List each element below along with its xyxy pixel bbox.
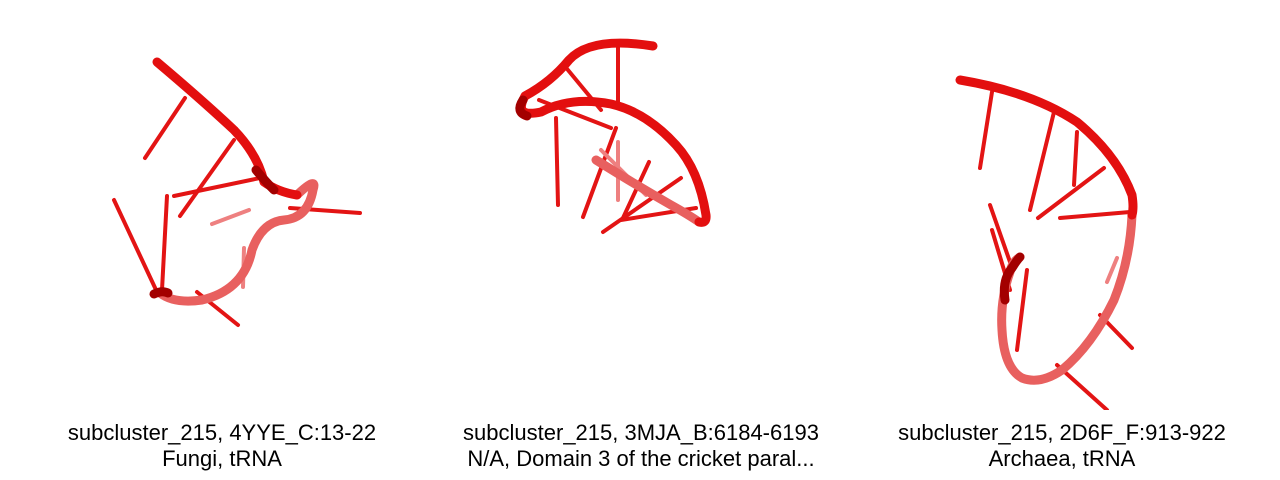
rna-structure-render-1 (112, 57, 362, 327)
rna-structure-render-3 (955, 75, 1138, 410)
structure-panel-2: subcluster_215, 3MJA_B:6184-6193 N/A, Do… (441, 0, 841, 480)
panel-caption: subcluster_215, 2D6F_F:913-922 Archaea, … (862, 420, 1262, 472)
nucleotide-bases (978, 90, 1134, 410)
caption-line-1: subcluster_215, 4YYE_C:13-22 (67, 420, 377, 445)
caption-line-2: Archaea, tRNA (988, 446, 1136, 471)
structure-panel-1: subcluster_215, 4YYE_C:13-22 Fungi, tRNA (22, 0, 422, 480)
caption-line-2: N/A, Domain 3 of the cricket paral... (467, 446, 815, 471)
caption-line-2: Fungi, tRNA (162, 446, 282, 471)
panel-caption: subcluster_215, 4YYE_C:13-22 Fungi, tRNA (22, 420, 422, 472)
panel-caption: subcluster_215, 3MJA_B:6184-6193 N/A, Do… (441, 420, 841, 472)
caption-line-1: subcluster_215, 2D6F_F:913-922 (898, 420, 1226, 445)
caption-line-1: subcluster_215, 3MJA_B:6184-6193 (463, 420, 819, 445)
rna-structure-render-2 (515, 38, 711, 234)
structure-panel-3: subcluster_215, 2D6F_F:913-922 Archaea, … (862, 0, 1262, 480)
